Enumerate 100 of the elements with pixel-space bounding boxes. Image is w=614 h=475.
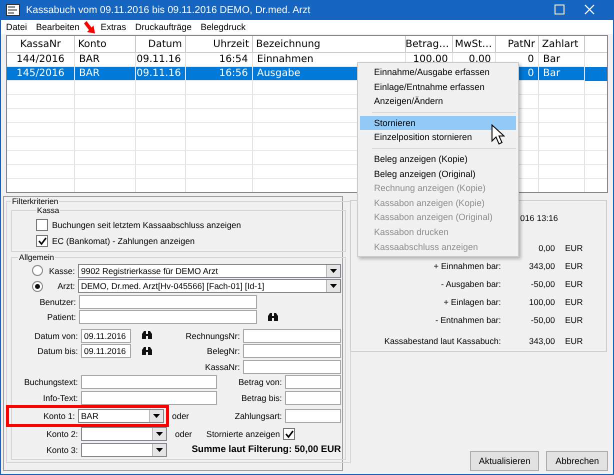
summary-label: + Einnahmen bar: bbox=[434, 261, 501, 271]
field-label: BelegNr: bbox=[206, 346, 240, 356]
column-header[interactable]: Betrag… bbox=[406, 36, 453, 52]
column-header[interactable]: Zahlart bbox=[539, 36, 585, 52]
dialog-button[interactable]: Aktualisieren bbox=[470, 451, 540, 471]
dialog-button[interactable]: Abbrechen bbox=[546, 451, 608, 471]
menu-item[interactable]: Stornieren bbox=[360, 116, 516, 130]
field-label: Datum von: bbox=[34, 330, 78, 341]
input-field[interactable] bbox=[285, 375, 341, 390]
summary-amount: 100,00 bbox=[529, 297, 555, 307]
checkbox-label: Buchungen seit letztem Kassaabschluss anzeigen bbox=[52, 220, 242, 230]
table-cell: 145/2016 bbox=[16, 68, 64, 79]
table-cell: 16:56 bbox=[219, 68, 248, 79]
date-field[interactable]: 09.11.2016 bbox=[81, 344, 131, 358]
menu-item[interactable]: Einnahme/Ausgabe erfassen bbox=[360, 65, 516, 80]
currency-label: EUR bbox=[565, 243, 583, 253]
field-label: Patient: bbox=[46, 312, 76, 322]
table-cell: 0 bbox=[528, 68, 534, 79]
table-cell: 100,00 bbox=[413, 54, 448, 65]
caret-icon bbox=[156, 432, 163, 436]
checkbox[interactable] bbox=[283, 428, 295, 440]
menu-item[interactable]: Extras bbox=[96, 22, 130, 32]
column-header[interactable]: Datum bbox=[136, 36, 186, 52]
checkbox-label: Stornierte anzeigen bbox=[206, 429, 280, 440]
menu-item[interactable]: Beleg anzeigen (Original) bbox=[360, 166, 516, 182]
field-label: Betrag bis: bbox=[241, 392, 282, 403]
input-field[interactable] bbox=[81, 375, 217, 390]
menu-item[interactable]: Bearbeiten bbox=[31, 22, 84, 32]
dropdown-field[interactable]: BAR bbox=[78, 409, 164, 423]
field-label: Kasse: bbox=[48, 266, 75, 276]
input-field[interactable] bbox=[79, 294, 257, 309]
field-label: Zahlungsart: bbox=[234, 411, 282, 421]
input-field[interactable] bbox=[243, 344, 341, 358]
caret-icon bbox=[330, 284, 337, 288]
dropdown-field[interactable]: DEMO, Dr.med. Arzt[Hv-045566] [Fach-01] [Id-1] bbox=[78, 279, 341, 294]
summary-amount: 0,00 bbox=[538, 243, 555, 253]
currency-label: EUR bbox=[565, 297, 583, 307]
menu-item[interactable]: Beleg anzeigen (Kopie) bbox=[360, 152, 516, 167]
caret-icon bbox=[156, 448, 163, 452]
field-label: Konto 3: bbox=[45, 444, 78, 455]
field-label: oder bbox=[175, 429, 192, 440]
menu-item[interactable]: Einlage/Entnahme erfassen bbox=[360, 80, 516, 94]
caret-icon bbox=[153, 414, 160, 418]
checkbox[interactable] bbox=[36, 235, 48, 247]
summary-amount: -50,00 bbox=[530, 279, 555, 289]
currency-label: EUR bbox=[565, 336, 583, 346]
table-cell: 09.11.16 bbox=[136, 54, 181, 65]
checkbox[interactable] bbox=[36, 219, 48, 231]
table-cell: 144/2016 bbox=[16, 54, 64, 65]
input-field[interactable] bbox=[243, 360, 341, 374]
table-cell: 0 bbox=[528, 54, 534, 65]
column-header[interactable]: Konto bbox=[75, 36, 136, 52]
dropdown-field[interactable] bbox=[81, 442, 167, 457]
dropdown-field[interactable]: 9902 Registrierkasse für DEMO Arzt bbox=[78, 264, 341, 278]
caret-icon bbox=[330, 268, 337, 273]
table-cell: 0,00 bbox=[468, 54, 491, 65]
field-label: RechnungsNr: bbox=[186, 330, 240, 341]
column-header[interactable]: KassaNr bbox=[7, 36, 75, 52]
app-icon bbox=[6, 4, 20, 16]
column-header[interactable]: PatNr bbox=[496, 36, 539, 52]
menu-item[interactable]: Druckaufträge bbox=[130, 22, 196, 32]
currency-label: EUR bbox=[565, 261, 583, 271]
input-field[interactable] bbox=[79, 310, 257, 324]
field-label: Betrag von: bbox=[238, 377, 282, 388]
group-title: Allgemein bbox=[18, 253, 56, 262]
column-header[interactable]: Uhrzeit bbox=[186, 36, 253, 52]
summary-label: Kassabestand laut Kassabuch: bbox=[384, 336, 501, 346]
radio-button[interactable] bbox=[32, 265, 43, 276]
summary-amount: 343,00 bbox=[529, 336, 555, 346]
mouse-pointer-icon bbox=[491, 124, 505, 145]
summary-label: - Ausgaben bar: bbox=[440, 279, 501, 289]
menu-item[interactable]: Einzelposition stornieren bbox=[360, 130, 516, 145]
summary-label: + Einlagen bar: bbox=[444, 297, 501, 307]
table-cell: Bar bbox=[543, 68, 560, 79]
input-field[interactable] bbox=[285, 390, 341, 405]
field-label: oder bbox=[172, 411, 190, 421]
currency-label: EUR bbox=[565, 279, 583, 289]
table-cell: BAR bbox=[79, 54, 100, 65]
field-label: Konto 1: bbox=[42, 411, 75, 421]
column-header[interactable]: Bezeichnung bbox=[253, 36, 406, 52]
dropdown-field[interactable] bbox=[81, 427, 167, 442]
menu-item[interactable]: Belegdruck bbox=[196, 22, 250, 32]
binoculars-icon[interactable] bbox=[141, 331, 153, 340]
binoculars-icon[interactable] bbox=[141, 346, 153, 356]
column-header[interactable]: MwSt… bbox=[453, 36, 496, 52]
radio-button[interactable] bbox=[32, 280, 43, 292]
menu-item[interactable]: Anzeigen/Ändern bbox=[360, 94, 516, 109]
field-label: Arzt: bbox=[56, 281, 75, 292]
field-label: Konto 2: bbox=[45, 429, 78, 440]
input-field[interactable] bbox=[243, 328, 341, 343]
window-title: Kassabuch vom 09.11.2016 bis 09.11.2016 DEMO, Dr.med. Arzt bbox=[26, 4, 312, 16]
summary-amount: -50,00 bbox=[530, 315, 555, 325]
input-field[interactable] bbox=[285, 409, 341, 423]
menu-item[interactable]: Datei bbox=[1, 22, 32, 32]
field-label: Datum bis: bbox=[36, 346, 78, 356]
binoculars-icon[interactable] bbox=[267, 312, 279, 322]
summary-label: - Entnahmen bar: bbox=[435, 315, 501, 325]
date-field[interactable]: 09.11.2016 bbox=[81, 328, 131, 343]
input-field[interactable] bbox=[81, 390, 217, 405]
field-label: KassaNr: bbox=[205, 362, 240, 372]
